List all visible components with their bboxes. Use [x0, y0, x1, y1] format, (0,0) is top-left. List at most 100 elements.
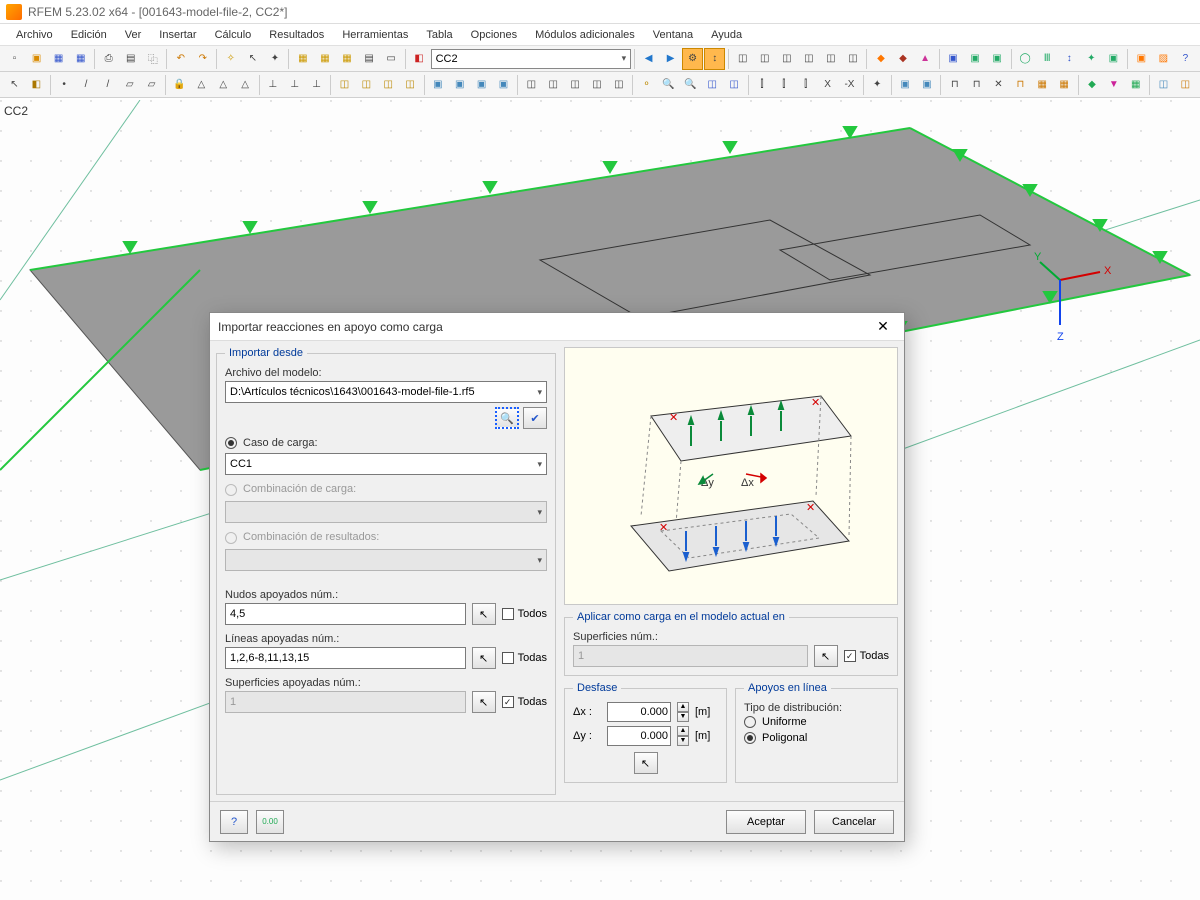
plot-icon[interactable]: ▤	[120, 48, 141, 70]
r2-s4-icon[interactable]: ▣	[493, 74, 514, 96]
calc-icon[interactable]: ▦	[336, 48, 357, 70]
r2-sup3-icon[interactable]: △	[235, 74, 256, 96]
dy-up-icon[interactable]: ▲	[677, 726, 689, 736]
r2-h1-icon[interactable]: ⊥	[262, 74, 283, 96]
nudos-todos-check[interactable]: Todos	[502, 608, 547, 620]
r2-line-icon[interactable]: /	[76, 74, 97, 96]
pick-lineas-button[interactable]: ↖	[472, 647, 496, 669]
menu-resultados[interactable]: Resultados	[261, 27, 332, 43]
r2-z5-icon[interactable]: ◫	[724, 74, 745, 96]
menu-edicion[interactable]: Edición	[63, 27, 115, 43]
x1-icon[interactable]: ▣	[1131, 48, 1152, 70]
r2-e2-icon[interactable]: ▼	[1103, 74, 1124, 96]
r2-v1-icon[interactable]: ⫿	[752, 74, 773, 96]
v3-icon[interactable]: ▣	[987, 48, 1008, 70]
new-icon[interactable]: ▫	[4, 48, 25, 70]
menu-ventana[interactable]: Ventana	[645, 27, 701, 43]
x2-icon[interactable]: ▨	[1153, 48, 1174, 70]
dy-down-icon[interactable]: ▼	[677, 736, 689, 746]
confirm-file-button[interactable]: ✔	[523, 407, 547, 429]
r2-v3-icon[interactable]: ⫿	[795, 74, 816, 96]
r2-d1-icon[interactable]: ⊓	[944, 74, 965, 96]
pointer-icon[interactable]: ✦	[264, 48, 285, 70]
aplicar-todas-check[interactable]: ✓ Todas	[844, 650, 889, 662]
v2-icon[interactable]: ▣	[965, 48, 986, 70]
r2-sup2-icon[interactable]: △	[213, 74, 234, 96]
sup-todas-check[interactable]: ✓ Todas	[502, 696, 547, 708]
r2-z1-icon[interactable]: ⚬	[636, 74, 657, 96]
r2-m2-icon[interactable]: ◫	[543, 74, 564, 96]
dy-input[interactable]	[607, 726, 671, 746]
w1-icon[interactable]: ◯	[1015, 48, 1036, 70]
dialog-title-bar[interactable]: Importar reacciones en apoyo como carga …	[210, 313, 904, 341]
help-button[interactable]: ?	[220, 810, 248, 834]
r2-v4-icon[interactable]: X	[817, 74, 838, 96]
aceptar-button[interactable]: Aceptar	[726, 810, 806, 834]
prev-icon[interactable]: ◀	[638, 48, 659, 70]
w5-icon[interactable]: ▣	[1103, 48, 1124, 70]
r2-node-icon[interactable]: •	[54, 74, 75, 96]
report-icon[interactable]: ▤	[359, 48, 380, 70]
r2-d3-icon[interactable]: ✕	[988, 74, 1009, 96]
r2-s3-icon[interactable]: ▣	[471, 74, 492, 96]
close-icon[interactable]: ✕	[870, 316, 896, 338]
r2-s2-icon[interactable]: ▣	[449, 74, 470, 96]
a2-icon[interactable]: ◆	[892, 48, 913, 70]
saveall-icon[interactable]: ▦	[70, 48, 91, 70]
r2-fix-icon[interactable]: 🔒	[169, 74, 190, 96]
v1-icon[interactable]: ▣	[943, 48, 964, 70]
cancelar-button[interactable]: Cancelar	[814, 810, 894, 834]
radio-poligonal[interactable]: Poligonal	[744, 732, 889, 744]
r2-e1-icon[interactable]: ◆	[1082, 74, 1103, 96]
w2-icon[interactable]: Ⅲ	[1037, 48, 1058, 70]
r2-memb-icon[interactable]: /	[97, 74, 118, 96]
caso-combo[interactable]: CC1 ▾	[225, 453, 547, 475]
r2-d2-icon[interactable]: ⊓	[966, 74, 987, 96]
r2-color-icon[interactable]: ◧	[26, 74, 47, 96]
menu-calculo[interactable]: Cálculo	[207, 27, 260, 43]
radio-uniforme[interactable]: Uniforme	[744, 716, 889, 728]
dx-input[interactable]	[607, 702, 671, 722]
r2-c1-icon[interactable]: ▣	[895, 74, 916, 96]
r2-l1-icon[interactable]: ◫	[334, 74, 355, 96]
w3-icon[interactable]: ↕	[1059, 48, 1080, 70]
r2-d5-icon[interactable]: ▦	[1032, 74, 1053, 96]
a3-icon[interactable]: ▲	[915, 48, 936, 70]
w4-icon[interactable]: ✦	[1081, 48, 1102, 70]
r2-d4-icon[interactable]: ⊓	[1010, 74, 1031, 96]
copy-icon[interactable]: ⿻	[142, 48, 163, 70]
r2-m1-icon[interactable]: ◫	[521, 74, 542, 96]
mod6-icon[interactable]: ◫	[842, 48, 863, 70]
cursor-icon[interactable]: ↖	[242, 48, 263, 70]
r2-m4-icon[interactable]: ◫	[587, 74, 608, 96]
menu-archivo[interactable]: Archivo	[8, 27, 61, 43]
r2-open-icon[interactable]: ▱	[141, 74, 162, 96]
r2-h3-icon[interactable]: ⊥	[306, 74, 327, 96]
menu-insertar[interactable]: Insertar	[151, 27, 204, 43]
open-icon[interactable]: ▣	[26, 48, 47, 70]
undo-icon[interactable]: ↶	[170, 48, 191, 70]
units-button[interactable]: 0.00	[256, 810, 284, 834]
window-icon[interactable]: ▭	[381, 48, 402, 70]
mod5-icon[interactable]: ◫	[820, 48, 841, 70]
radio-comb-carga[interactable]: Combinación de carga:	[225, 483, 547, 497]
r2-m3-icon[interactable]: ◫	[565, 74, 586, 96]
r2-z3-icon[interactable]: 🔍	[680, 74, 701, 96]
next-icon[interactable]: ▶	[660, 48, 681, 70]
save-icon[interactable]: ▦	[48, 48, 69, 70]
load-combo-icon[interactable]: ◧	[409, 48, 430, 70]
dx-up-icon[interactable]: ▲	[677, 702, 689, 712]
menu-herramientas[interactable]: Herramientas	[334, 27, 416, 43]
table-icon[interactable]: ▦	[292, 48, 313, 70]
r2-sup1-icon[interactable]: △	[191, 74, 212, 96]
dx-down-icon[interactable]: ▼	[677, 712, 689, 722]
radio-comb-res[interactable]: Combinación de resultados:	[225, 531, 547, 545]
menu-tabla[interactable]: Tabla	[418, 27, 460, 43]
r2-v2-icon[interactable]: ⫿	[773, 74, 794, 96]
r2-d6-icon[interactable]: ▦	[1054, 74, 1075, 96]
pick-sup-button[interactable]: ↖	[472, 691, 496, 713]
mod3-icon[interactable]: ◫	[776, 48, 797, 70]
r2-select-icon[interactable]: ↖	[4, 74, 25, 96]
archivo-combo[interactable]: D:\Artículos técnicos\1643\001643-model-…	[225, 381, 547, 403]
r2-h2-icon[interactable]: ⊥	[284, 74, 305, 96]
